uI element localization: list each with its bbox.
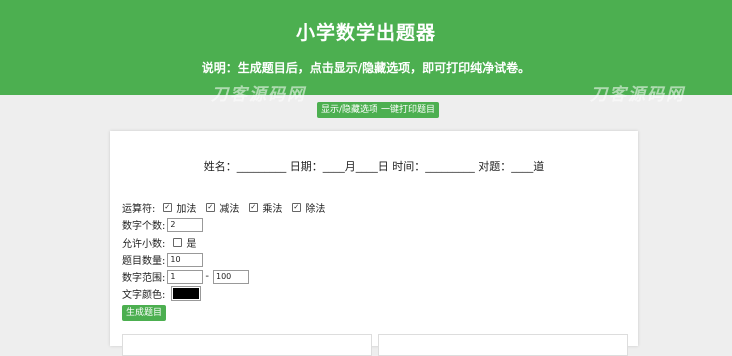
range-separator: - xyxy=(205,271,209,282)
print-questions-button[interactable]: 一键打印题目 xyxy=(377,102,440,118)
digit-count-label: 数字个数: xyxy=(122,221,166,232)
checkbox-multiply[interactable] xyxy=(249,203,259,212)
watermark-right: 刀客源码网 xyxy=(590,85,685,105)
digit-count-row: 数字个数: 2 xyxy=(122,217,204,232)
questions-panel-right xyxy=(378,334,628,356)
generate-button[interactable]: 生成题目 xyxy=(122,305,167,321)
range-max-input[interactable]: 100 xyxy=(212,269,249,284)
option-multiply-label: 乘法 xyxy=(262,204,283,215)
operators-label: 运算符: xyxy=(122,204,156,215)
page-description: 说明：生成题目后，点击显示/隐藏选项，即可打印纯净试卷。 xyxy=(201,61,531,75)
text-color-swatch xyxy=(173,288,200,299)
question-count-row: 题目数量: 10 xyxy=(122,252,204,267)
checkbox-add[interactable] xyxy=(163,203,173,212)
option-subtract-label: 减法 xyxy=(219,204,240,215)
range-min-input[interactable]: 1 xyxy=(167,269,204,284)
text-color-row: 文字颜色: xyxy=(122,286,202,301)
text-color-label: 文字颜色: xyxy=(122,290,166,301)
question-count-label: 题目数量: xyxy=(122,256,166,267)
question-count-input[interactable]: 10 xyxy=(167,252,204,267)
watermark-left: 刀客源码网 xyxy=(211,85,306,105)
questions-panel-left xyxy=(122,334,372,356)
option-divide-label: 除法 xyxy=(305,204,326,215)
checkbox-allow-decimal[interactable] xyxy=(173,238,183,247)
decimal-label: 允许小数: xyxy=(122,239,166,250)
page-title: 小学数学出题器 xyxy=(295,22,436,44)
range-label: 数字范围: xyxy=(122,273,166,284)
digit-count-input[interactable]: 2 xyxy=(167,217,204,232)
checkbox-divide[interactable] xyxy=(292,203,302,212)
checkbox-subtract[interactable] xyxy=(206,203,216,212)
option-add-label: 加法 xyxy=(176,204,197,215)
text-color-picker[interactable] xyxy=(171,286,202,301)
decimal-option-label: 是 xyxy=(186,239,197,250)
range-row: 数字范围: 1 - 100 xyxy=(122,269,249,284)
decimal-row: 允许小数: 是 xyxy=(122,235,198,250)
operators-row: 运算符: 加法 减法 乘法 除法 xyxy=(122,200,327,215)
worksheet-card: 姓名：_________ 日期：____月____日 时间：_________ … xyxy=(110,131,638,356)
student-info-line: 姓名：_________ 日期：____月____日 时间：_________ … xyxy=(203,160,545,173)
toggle-options-button[interactable]: 显示/隐藏选项 xyxy=(317,102,383,118)
